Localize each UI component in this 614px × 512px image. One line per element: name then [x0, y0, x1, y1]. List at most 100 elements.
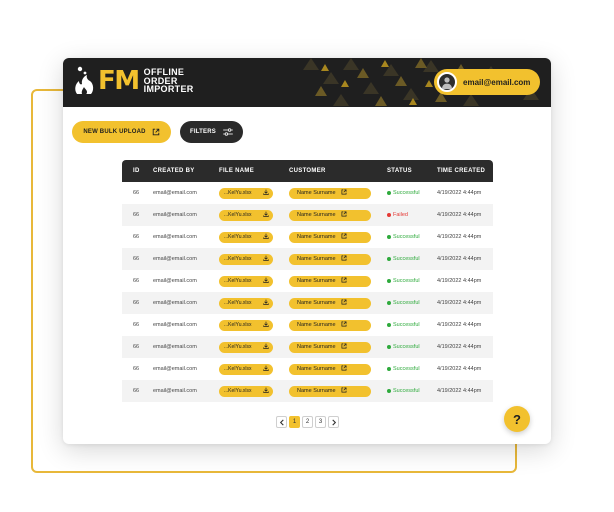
customer-link-button[interactable]: Name Surname	[289, 275, 371, 287]
file-name: ...KeIYu.xlsx	[224, 366, 252, 372]
cell-time-created: 4/19/2022 4:44pm	[437, 388, 482, 394]
status-badge: Successful	[387, 278, 435, 284]
status-text: Successful	[393, 344, 420, 350]
file-download-button[interactable]: ...KeIYu.xlsx	[219, 319, 273, 331]
cell-file: ...KeIYu.xlsx	[219, 231, 289, 243]
page-button-2[interactable]: 2	[302, 416, 313, 428]
cell-file: ...KeIYu.xlsx	[219, 275, 289, 287]
status-text: Successful	[393, 278, 420, 284]
cell-time-created: 4/19/2022 4:44pm	[437, 212, 482, 218]
cell-customer: Name Surname	[289, 341, 387, 353]
file-download-button[interactable]: ...KeIYu.xlsx	[219, 385, 273, 397]
file-download-button[interactable]: ...KeIYu.xlsx	[219, 297, 273, 309]
download-icon	[263, 387, 269, 395]
page-button-1[interactable]: 1	[289, 416, 300, 428]
customer-link-button[interactable]: Name Surname	[289, 231, 371, 243]
status-badge: Successful	[387, 300, 435, 306]
column-header[interactable]: ID	[122, 168, 152, 174]
customer-link-button[interactable]: Name Surname	[289, 297, 371, 309]
download-icon	[263, 277, 269, 285]
file-download-button[interactable]: ...KeIYu.xlsx	[219, 275, 273, 287]
cell-status: Successful	[387, 366, 435, 372]
cell-file: ...KeIYu.xlsx	[219, 319, 289, 331]
file-download-button[interactable]: ...KeIYu.xlsx	[219, 341, 273, 353]
chevron-left-icon	[279, 418, 284, 426]
external-link-icon	[341, 255, 347, 263]
cell-time-created: 4/19/2022 4:44pm	[437, 300, 482, 306]
file-name: ...KeIYu.xlsx	[224, 278, 252, 284]
status-badge: Successful	[387, 234, 435, 240]
cell-status: Successful	[387, 322, 435, 328]
table-row[interactable]: 66 email@email.com ...KeIYu.xlsx Name Surna…	[122, 358, 493, 380]
column-header[interactable]: STATUS	[387, 168, 435, 174]
customer-link-button[interactable]: Name Surname	[289, 253, 371, 265]
file-download-button[interactable]: ...KeIYu.xlsx	[219, 231, 273, 243]
cell-status: Successful	[387, 388, 435, 394]
cell-status: Successful	[387, 256, 435, 262]
customer-link-button[interactable]: Name Surname	[289, 363, 371, 375]
account-button[interactable]: email@email.com	[434, 69, 540, 95]
table-row[interactable]: 66 email@email.com ...KeIYu.xlsx Name Surna…	[122, 270, 493, 292]
cell-file: ...KeIYu.xlsx	[219, 341, 289, 353]
app-logo[interactable]: FM OFFLINE ORDER IMPORTER	[73, 64, 194, 98]
table-row[interactable]: 66 email@email.com ...KeIYu.xlsx Name Surna…	[122, 292, 493, 314]
cell-customer: Name Surname	[289, 231, 387, 243]
file-name: ...KeIYu.xlsx	[224, 388, 252, 394]
new-bulk-upload-button[interactable]: NEW BULK UPLOAD	[72, 121, 171, 143]
file-download-button[interactable]: ...KeIYu.xlsx	[219, 253, 273, 265]
cell-created-by: email@email.com	[153, 322, 197, 328]
cell-file: ...KeIYu.xlsx	[219, 209, 289, 221]
cell-created-by: email@email.com	[153, 256, 197, 262]
table-row[interactable]: 66 email@email.com ...KeIYu.xlsx Name Surna…	[122, 380, 493, 402]
cell-status: Successful	[387, 190, 435, 196]
file-download-button[interactable]: ...KeIYu.xlsx	[219, 187, 273, 199]
table-row[interactable]: 66 email@email.com ...KeIYu.xlsx Name Surna…	[122, 336, 493, 358]
column-header[interactable]: CREATED BY	[152, 168, 219, 174]
customer-link-button[interactable]: Name Surname	[289, 187, 371, 199]
table-row[interactable]: 66 email@email.com ...KeIYu.xlsx Name Surna…	[122, 226, 493, 248]
cell-id: 66	[133, 212, 140, 218]
external-link-icon	[341, 321, 347, 329]
table-row[interactable]: 66 email@email.com ...KeIYu.xlsx Name Surna…	[122, 248, 493, 270]
cell-created-by: email@email.com	[153, 344, 197, 350]
file-download-button[interactable]: ...KeIYu.xlsx	[219, 209, 273, 221]
customer-link-button[interactable]: Name Surname	[289, 209, 371, 221]
cell-id: 66	[133, 366, 140, 372]
cell-customer: Name Surname	[289, 275, 387, 287]
file-name: ...KeIYu.xlsx	[224, 212, 252, 218]
page-button-3[interactable]: 3	[315, 416, 326, 428]
customer-link-button[interactable]: Name Surname	[289, 319, 371, 331]
cell-created-by: email@email.com	[153, 190, 197, 196]
filters-button[interactable]: FILTERS	[180, 121, 243, 143]
status-dot-icon	[387, 257, 391, 261]
cell-id: 66	[133, 344, 140, 350]
cell-customer: Name Surname	[289, 297, 387, 309]
next-page-button[interactable]	[328, 416, 339, 428]
cell-status: Successful	[387, 344, 435, 350]
cell-time-created: 4/19/2022 4:44pm	[437, 234, 482, 240]
cell-file: ...KeIYu.xlsx	[219, 385, 289, 397]
status-text: Successful	[393, 234, 420, 240]
help-button[interactable]: ?	[504, 406, 530, 432]
customer-link-button[interactable]: Name Surname	[289, 341, 371, 353]
external-link-icon	[341, 211, 347, 219]
column-header[interactable]: CUSTOMER	[289, 168, 387, 174]
logo-wordmark: FM	[98, 66, 140, 96]
table-row[interactable]: 66 email@email.com ...KeIYu.xlsx Name Surna…	[122, 314, 493, 336]
column-header[interactable]: FILE NAME	[219, 168, 289, 174]
cell-id: 66	[133, 322, 140, 328]
cell-time-created: 4/19/2022 4:44pm	[437, 278, 482, 284]
file-download-button[interactable]: ...KeIYu.xlsx	[219, 363, 273, 375]
column-header[interactable]: TIME CREATED	[435, 168, 493, 174]
cell-created-by: email@email.com	[153, 234, 197, 240]
customer-name: Name Surname	[297, 256, 336, 262]
prev-page-button[interactable]	[276, 416, 287, 428]
download-icon	[263, 299, 269, 307]
status-text: Successful	[393, 388, 420, 394]
table-row[interactable]: 66 email@email.com ...KeIYu.xlsx Name Surna…	[122, 182, 493, 204]
customer-link-button[interactable]: Name Surname	[289, 385, 371, 397]
table-row[interactable]: 66 email@email.com ...KeIYu.xlsx Name Surna…	[122, 204, 493, 226]
download-icon	[263, 189, 269, 197]
cell-status: Successful	[387, 278, 435, 284]
cell-id: 66	[133, 388, 140, 394]
